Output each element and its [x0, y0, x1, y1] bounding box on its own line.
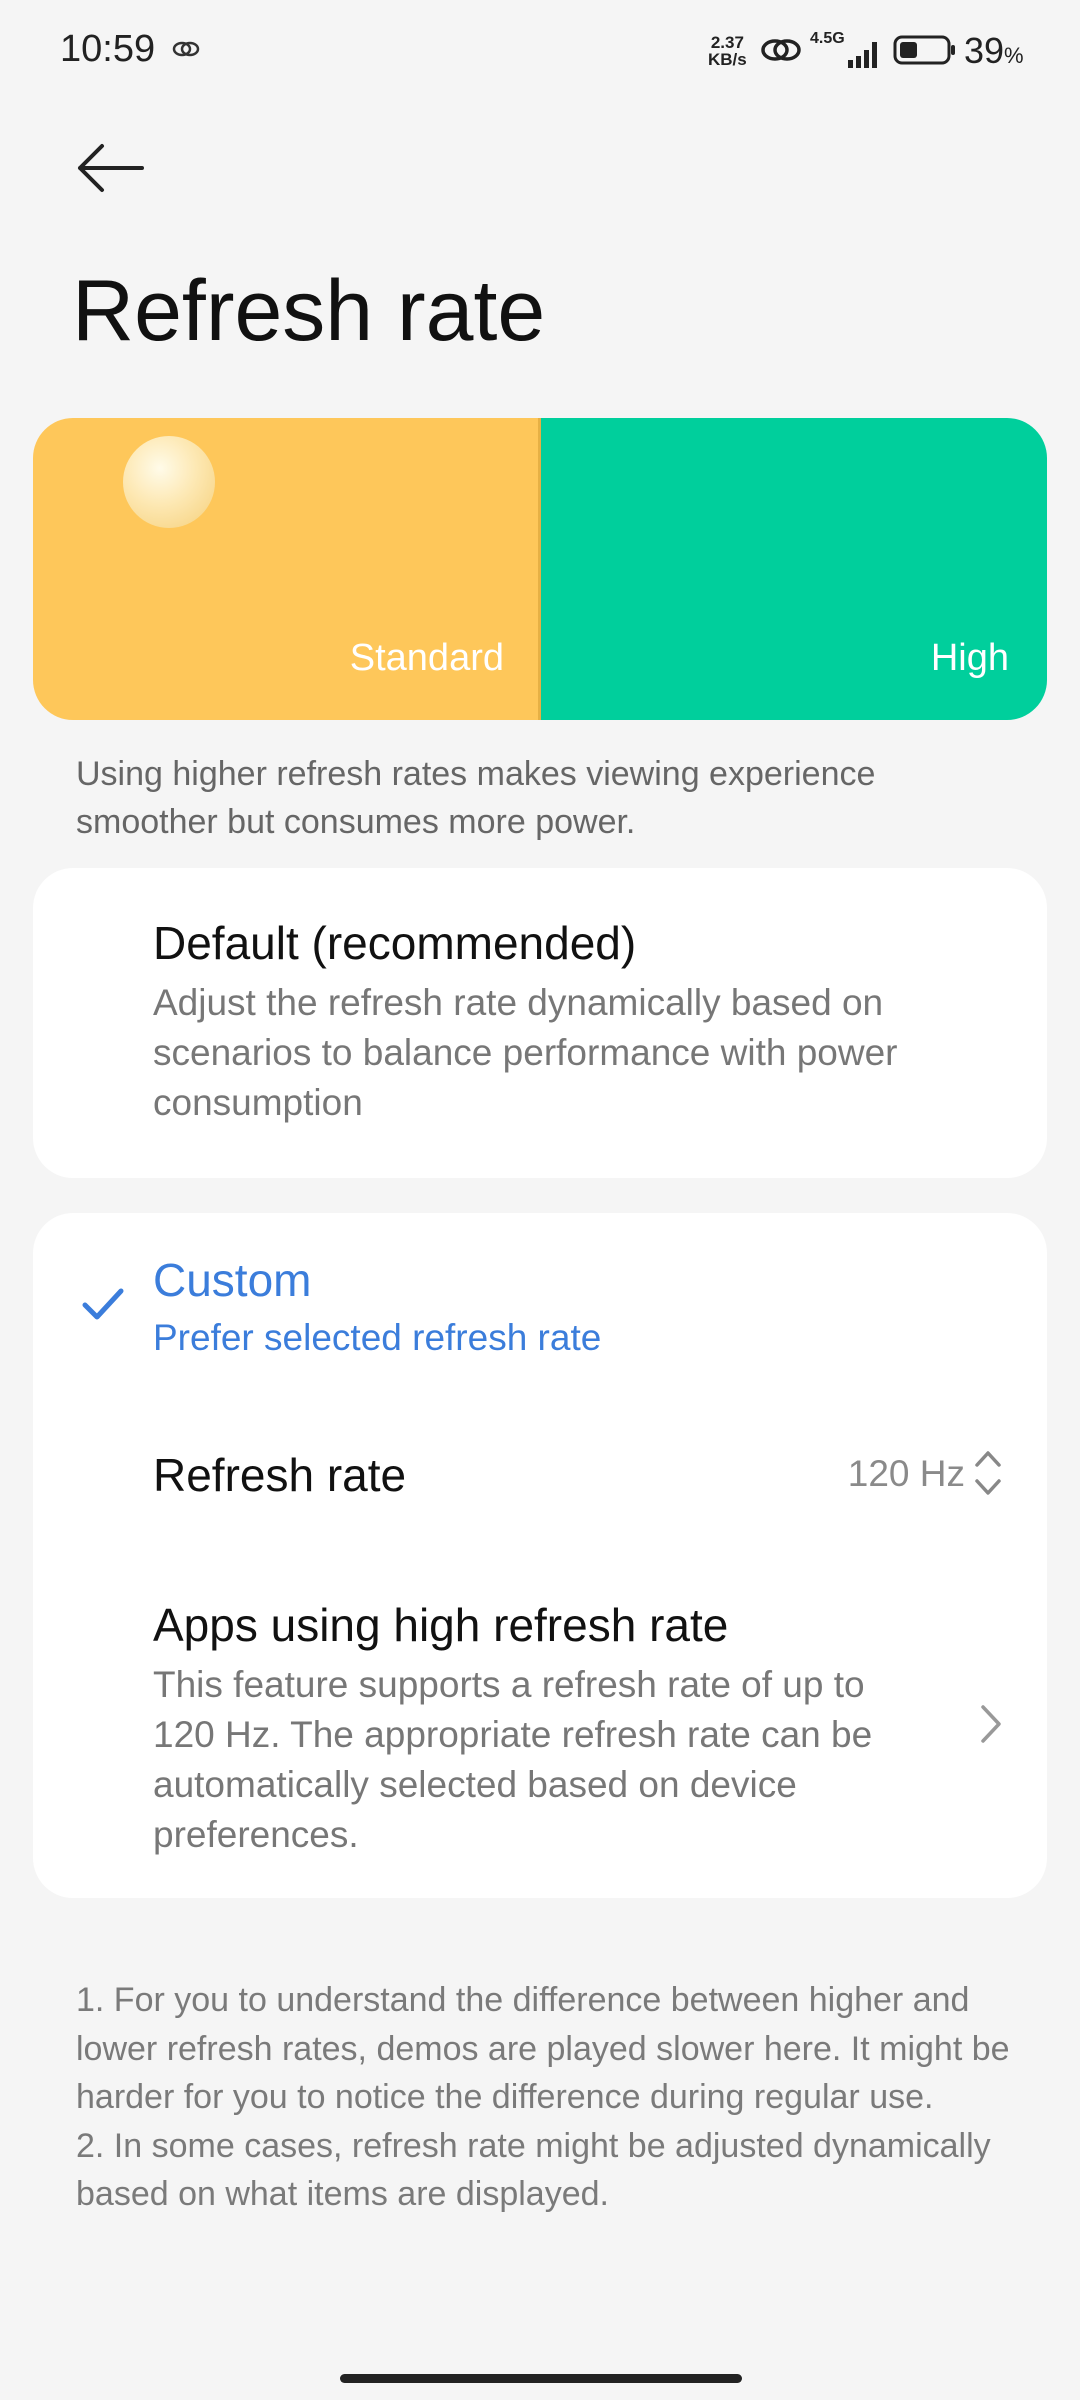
- battery-icon: [893, 35, 955, 65]
- network-speed: 2.37 KB/s: [708, 34, 747, 68]
- hotspot-link-icon: [761, 39, 801, 61]
- battery-percent: 39%: [964, 30, 1024, 72]
- status-bar: 10:59 2.37 KB/s 4.5G 39%: [0, 0, 1080, 100]
- demo-standard-label: Standard: [349, 637, 504, 679]
- footnote-1: 1. For you to understand the difference …: [76, 1981, 1010, 2116]
- option-default[interactable]: Default (recommended) Adjust the refresh…: [33, 868, 1047, 1178]
- option-default-description: Adjust the refresh rate dynamically base…: [153, 982, 898, 1123]
- link-icon: [172, 41, 200, 57]
- refresh-rate-demo: Standard High: [33, 418, 1047, 720]
- demo-ball: [123, 436, 215, 528]
- back-arrow-icon[interactable]: [72, 140, 152, 196]
- apps-row-description: This feature supports a refresh rate of …: [153, 1664, 873, 1855]
- demo-high-panel: High: [541, 418, 1047, 720]
- demo-standard-panel: Standard: [33, 418, 538, 720]
- option-custom-description: Prefer selected refresh rate: [153, 1317, 602, 1358]
- footnotes: 1. For you to understand the difference …: [76, 1976, 1016, 2219]
- refresh-rate-label: Refresh rate: [153, 1449, 407, 1501]
- intro-text: Using higher refresh rates makes viewing…: [76, 755, 876, 841]
- refresh-rate-value: 120 Hz: [847, 1453, 965, 1494]
- custom-card: Custom Prefer selected refresh rate Refr…: [33, 1213, 1047, 1898]
- chevron-right-icon: [981, 1705, 1001, 1743]
- network-speed-value: 2.37: [710, 33, 744, 52]
- apps-row-title: Apps using high refresh rate: [153, 1599, 729, 1651]
- demo-high-label: High: [930, 637, 1009, 679]
- battery-percent-value: 39: [964, 30, 1005, 71]
- up-down-chevron-icon[interactable]: [973, 1447, 1003, 1499]
- option-default-title: Default (recommended): [153, 917, 637, 969]
- checkmark-icon: [82, 1288, 124, 1320]
- home-indicator[interactable]: [340, 2374, 742, 2383]
- network-speed-unit: KB/s: [708, 50, 747, 69]
- option-custom-title: Custom: [153, 1254, 312, 1306]
- signal-icon: [848, 42, 877, 68]
- footnote-2: 2. In some cases, refresh rate might be …: [76, 2126, 991, 2214]
- status-time: 10:59: [60, 28, 156, 70]
- page-title: Refresh rate: [72, 263, 546, 359]
- battery-percent-unit: %: [1004, 43, 1024, 68]
